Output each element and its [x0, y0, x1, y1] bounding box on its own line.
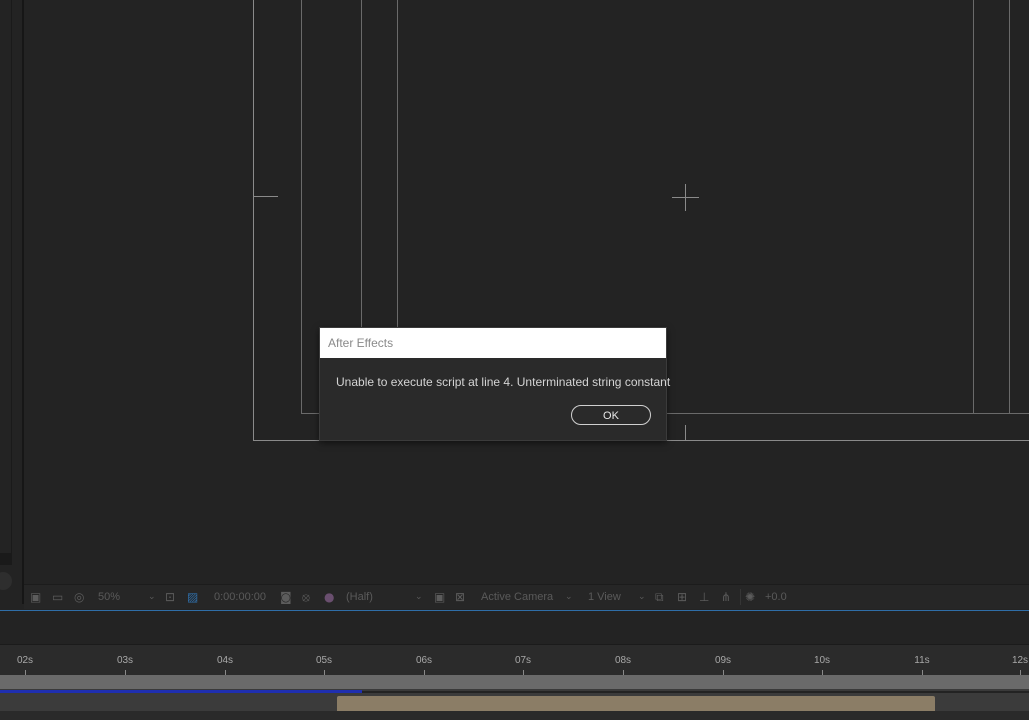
ruler-label: 11s: [914, 655, 930, 666]
mask-visibility-icon[interactable]: ◎: [74, 590, 84, 604]
view-layout-dropdown[interactable]: 1 View: [588, 590, 621, 604]
chevron-down-icon[interactable]: ⌄: [565, 590, 573, 604]
layer-duration-bar[interactable]: [337, 696, 935, 712]
ruler-label: 08s: [614, 655, 632, 666]
magnification-dropdown[interactable]: 50%: [98, 590, 120, 604]
ruler-label: 07s: [514, 655, 532, 666]
left-panel-strip: [0, 0, 24, 604]
show-snapshot-icon[interactable]: ⦻: [302, 590, 310, 604]
ruler-label: 10s: [813, 655, 831, 666]
ruler-label: 05s: [315, 655, 333, 666]
ok-button[interactable]: OK: [571, 405, 651, 425]
layer-bounds-left: [301, 0, 302, 414]
track-footer: [0, 711, 1029, 720]
exposure-value[interactable]: +0.0: [765, 590, 787, 604]
timeline-panel-header: [0, 611, 1029, 645]
flowchart-icon[interactable]: ⋔: [721, 590, 731, 604]
chevron-down-icon[interactable]: ⌄: [148, 590, 156, 604]
snapshot-icon[interactable]: ◙: [280, 590, 292, 604]
action-safe-right: [973, 0, 974, 414]
camera-dropdown[interactable]: Active Camera: [481, 590, 553, 604]
region-of-interest-icon[interactable]: ⊡: [165, 590, 175, 604]
dialog-title[interactable]: After Effects: [320, 328, 666, 358]
center-mark-bottom: [685, 425, 686, 440]
3d-view-icon[interactable]: ⧉: [655, 590, 664, 604]
ruler-label: 06s: [415, 655, 433, 666]
title-safe-right: [1009, 0, 1010, 414]
ruler-label: 02s: [16, 655, 34, 666]
crosshair-icon: [685, 184, 686, 211]
transparency-grid-icon[interactable]: ▨: [187, 590, 198, 604]
center-mark-left: [253, 196, 278, 197]
resolution-dropdown[interactable]: (Half): [346, 590, 373, 604]
always-preview-icon[interactable]: ▣: [30, 590, 41, 604]
chevron-down-icon[interactable]: ⌄: [638, 590, 646, 604]
toggle-mask-icon[interactable]: ⊠: [455, 590, 465, 604]
composition-viewer[interactable]: [24, 0, 1029, 583]
comp-frame-left: [253, 0, 254, 441]
toolbar-divider: [740, 589, 741, 605]
work-area-bar[interactable]: [0, 675, 1029, 689]
ruler-label: 09s: [714, 655, 732, 666]
panel-divider: [11, 0, 12, 565]
ruler-label: 12s: [1011, 655, 1029, 666]
fast-preview-icon[interactable]: ▣: [434, 590, 445, 604]
reset-exposure-icon[interactable]: ✺: [745, 590, 755, 604]
timeline-icon[interactable]: ⊞: [677, 590, 687, 604]
viewer-toolbar: ▣ ▭ ◎ 50% ⌄ ⊡ ▨ 0:00:00:00 ◙ ⦻ ● (Half) …: [24, 584, 1029, 609]
ruler-label: 03s: [116, 655, 134, 666]
chevron-down-icon[interactable]: ⌄: [415, 590, 423, 604]
comp-flowchart-icon[interactable]: ⊥: [699, 590, 709, 604]
error-dialog: After Effects Unable to execute script a…: [319, 327, 671, 441]
dialog-message: Unable to execute script at line 4. Unte…: [336, 375, 671, 389]
panel-round-control[interactable]: [0, 572, 12, 590]
scroll-handle[interactable]: [0, 553, 12, 565]
current-time-display[interactable]: 0:00:00:00: [214, 590, 266, 604]
monitor-icon[interactable]: ▭: [52, 590, 63, 604]
time-ruler[interactable]: 02s 03s 04s 05s 06s 07s 08s 09s 10s 11s …: [0, 645, 1029, 675]
color-channel-icon[interactable]: ●: [324, 590, 334, 604]
ruler-label: 04s: [216, 655, 234, 666]
